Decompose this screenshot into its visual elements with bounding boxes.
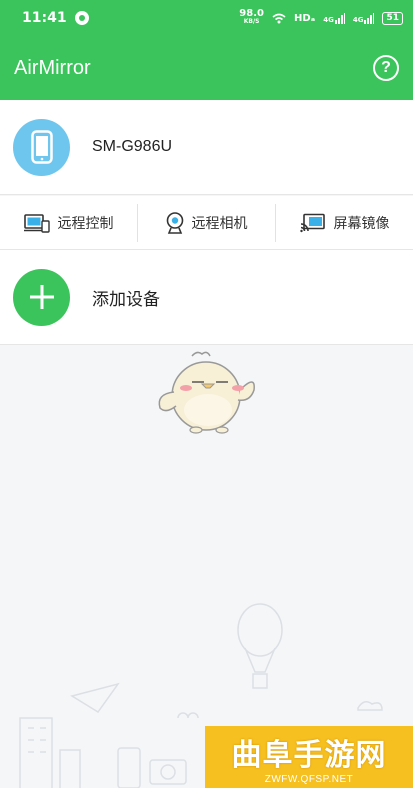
add-device-button[interactable]: 添加设备 <box>0 250 413 345</box>
screen-mirror-button[interactable]: 屏幕镜像 <box>275 203 413 242</box>
phone-icon <box>13 118 70 176</box>
app-bar: AirMirror ? <box>0 36 413 100</box>
watermark-title: 曲阜手游网 <box>231 737 387 773</box>
remote-control-icon <box>23 213 50 233</box>
hd-indicator: HDₐ <box>293 12 316 24</box>
device-name: SM-G986U <box>92 138 173 155</box>
signal-2: 4G <box>353 12 375 24</box>
battery-indicator: 51 <box>382 11 403 25</box>
remote-camera-icon <box>166 211 183 234</box>
action-label: 远程相机 <box>191 215 248 232</box>
message-notification-icon <box>74 11 89 25</box>
app-title: AirMirror <box>14 56 91 79</box>
signal-bars-icon <box>334 12 345 24</box>
signal-bars-icon <box>364 12 375 24</box>
device-actions: 远程控制 远程相机 屏幕镜像 <box>0 196 413 250</box>
mascot-illustration <box>158 351 255 434</box>
status-bar: 11:41 98.0 KB/S HDₐ 4G 4G 51 <box>0 0 413 36</box>
plus-icon <box>13 268 70 326</box>
status-time: 11:41 <box>22 10 67 26</box>
remote-control-button[interactable]: 远程控制 <box>0 204 137 242</box>
watermark-banner: 曲阜手游网 ZWFW.QFSP.NET <box>205 726 413 788</box>
network-speed: 98.0 KB/S <box>239 8 264 26</box>
action-label: 屏幕镜像 <box>333 215 390 232</box>
signal-1: 4G <box>323 12 345 24</box>
help-icon[interactable]: ? <box>373 55 399 81</box>
watermark-url: ZWFW.QFSP.NET <box>264 773 354 785</box>
remote-camera-button[interactable]: 远程相机 <box>137 203 275 242</box>
wifi-icon <box>272 13 286 23</box>
screen-mirror-icon <box>299 213 325 232</box>
status-indicators: 98.0 KB/S HDₐ 4G 4G 51 <box>239 8 403 26</box>
device-list-item[interactable]: SM-G986U <box>0 100 413 195</box>
action-label: 远程控制 <box>57 215 114 232</box>
add-device-label: 添加设备 <box>92 289 160 310</box>
